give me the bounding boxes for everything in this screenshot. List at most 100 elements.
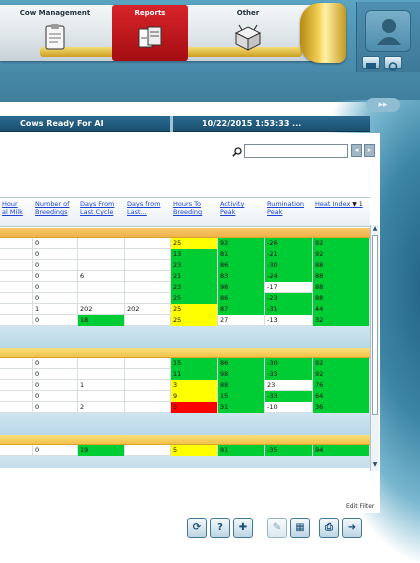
table-cell: 36 (313, 402, 370, 413)
table-cell: 0 (33, 315, 78, 326)
group-header-row[interactable] (0, 348, 370, 358)
add-button[interactable]: ✚ (233, 518, 253, 538)
scroll-up-arrow[interactable]: ▲ (371, 225, 379, 233)
table-cell: 81 (218, 249, 265, 260)
table-cell: 202 (125, 304, 171, 315)
column-header[interactable]: Days from Last... (127, 200, 160, 216)
table-cell: 0 (33, 249, 78, 260)
table-cell: 44 (313, 304, 370, 315)
column-header[interactable]: Hours To Breeding (173, 200, 202, 216)
table-cell: -30 (265, 358, 313, 369)
expand-panel-button[interactable]: ▸▸ (366, 98, 400, 112)
table-cell: 21 (171, 271, 218, 282)
table-cell: 25 (171, 293, 218, 304)
help-button[interactable]: ? (210, 518, 230, 538)
tab-label: Other (236, 9, 260, 17)
group-separator (0, 413, 370, 435)
table-cell (78, 358, 125, 369)
table-cell: 9 (171, 391, 218, 402)
column-header[interactable]: Days From Last Cycle (80, 200, 114, 216)
tab-reports[interactable]: Reports (112, 5, 188, 61)
table-cell: 15 (171, 358, 218, 369)
table-cell: 83 (218, 271, 265, 282)
table-cell: 0 (33, 402, 78, 413)
report-title-bar: Cows Ready For AI 10/22/2015 1:53:33 ... (0, 116, 370, 132)
grid-header: Hour al Milk Number of Breedings Days From La… (0, 197, 370, 227)
table-row[interactable]: 0 13 81 -21 92 (0, 249, 370, 260)
table-cell: 31 (218, 402, 265, 413)
grid-body: 0 25 92 -26 92 0 13 81 -21 92 0 23 86 -30 88 0 6 21 83 -24 8… (0, 228, 370, 468)
table-cell (125, 369, 171, 380)
group-header-row[interactable] (0, 228, 370, 238)
table-cell: 91 (218, 445, 265, 456)
table-cell: -33 (265, 369, 313, 380)
table-row[interactable]: 1 202 202 25 87 -31 44 (0, 304, 370, 315)
table-cell: 11 (171, 369, 218, 380)
column-header[interactable]: Hour al Milk (2, 200, 23, 216)
scroll-down-arrow[interactable]: ▼ (371, 461, 379, 469)
table-row[interactable]: 0 25 86 -23 88 (0, 293, 370, 304)
export-button[interactable]: ➜ (342, 518, 362, 538)
table-cell (125, 358, 171, 369)
menu-scroll-cylinder[interactable] (300, 3, 346, 63)
table-cell (0, 402, 33, 413)
report-content-panel: ◂ ▸ Hour al Milk Number of Breedings Days Fr… (0, 133, 380, 513)
table-row[interactable]: 0 1 3 88 23 76 (0, 380, 370, 391)
table-row[interactable]: 0 23 98 -17 88 (0, 282, 370, 293)
table-cell: 88 (313, 271, 370, 282)
table-cell: 88 (313, 293, 370, 304)
group-header-row[interactable] (0, 435, 370, 445)
table-cell: 19 (78, 445, 125, 456)
table-row[interactable]: 0 19 5 91 -35 94 (0, 445, 370, 456)
column-header[interactable]: Activity Peak (220, 200, 244, 216)
table-cell: -24 (265, 271, 313, 282)
settings-button[interactable] (384, 56, 402, 71)
table-cell (0, 369, 33, 380)
table-cell: -26 (265, 238, 313, 249)
table-row[interactable]: 0 2 3 31 -10 36 (0, 402, 370, 413)
table-cell (78, 282, 125, 293)
table-row[interactable]: 0 6 21 83 -24 88 (0, 271, 370, 282)
table-cell (125, 271, 171, 282)
scroll-thumb[interactable] (372, 235, 378, 415)
table-cell: -33 (265, 391, 313, 402)
table-cell (0, 260, 33, 271)
search-input[interactable] (244, 144, 348, 158)
column-header[interactable]: Number of Breedings (35, 200, 69, 216)
column-header[interactable]: Heat Index ▼ 1 (315, 200, 363, 209)
table-cell (78, 369, 125, 380)
print-button[interactable]: ⎙ (319, 518, 339, 538)
tab-other[interactable]: Other (196, 5, 300, 61)
table-cell: 18 (78, 315, 125, 326)
search-next-button[interactable]: ▸ (364, 144, 375, 157)
table-cell: 0 (33, 293, 78, 304)
table-cell: 3 (171, 402, 218, 413)
refresh-button[interactable]: ⟳ (187, 518, 207, 538)
table-cell: 64 (313, 391, 370, 402)
gear-icon (388, 62, 398, 71)
box-icon (234, 24, 262, 51)
grid-scrollbar[interactable]: ▲ ▼ (370, 225, 379, 471)
table-cell: 25 (171, 304, 218, 315)
table-cell: 25 (171, 315, 218, 326)
table-cell: 5 (171, 445, 218, 456)
search-prev-button[interactable]: ◂ (351, 144, 362, 157)
table-row[interactable]: 0 11 98 -33 92 (0, 369, 370, 380)
table-row[interactable]: 0 9 15 -33 64 (0, 391, 370, 402)
table-cell (125, 249, 171, 260)
table-cell (0, 271, 33, 282)
tab-label: Cow Management (19, 9, 91, 17)
user-button[interactable] (365, 10, 411, 52)
table-cell: 15 (218, 391, 265, 402)
table-cell (0, 304, 33, 315)
table-row[interactable]: 0 15 86 -30 92 (0, 358, 370, 369)
edit-button[interactable]: ✎ (267, 518, 287, 538)
tab-cow-management[interactable]: Cow Management (0, 5, 110, 61)
edit-filter-link[interactable]: Edit Filter (346, 503, 374, 510)
screen-button[interactable] (362, 56, 380, 69)
table-row[interactable]: 0 25 92 -26 92 (0, 238, 370, 249)
table-row[interactable]: 0 18 25 27 -13 32 (0, 315, 370, 326)
table-row[interactable]: 0 23 86 -30 88 (0, 260, 370, 271)
calendar-button[interactable]: ▦ (290, 518, 310, 538)
column-header[interactable]: Rumination Peak (267, 200, 304, 216)
